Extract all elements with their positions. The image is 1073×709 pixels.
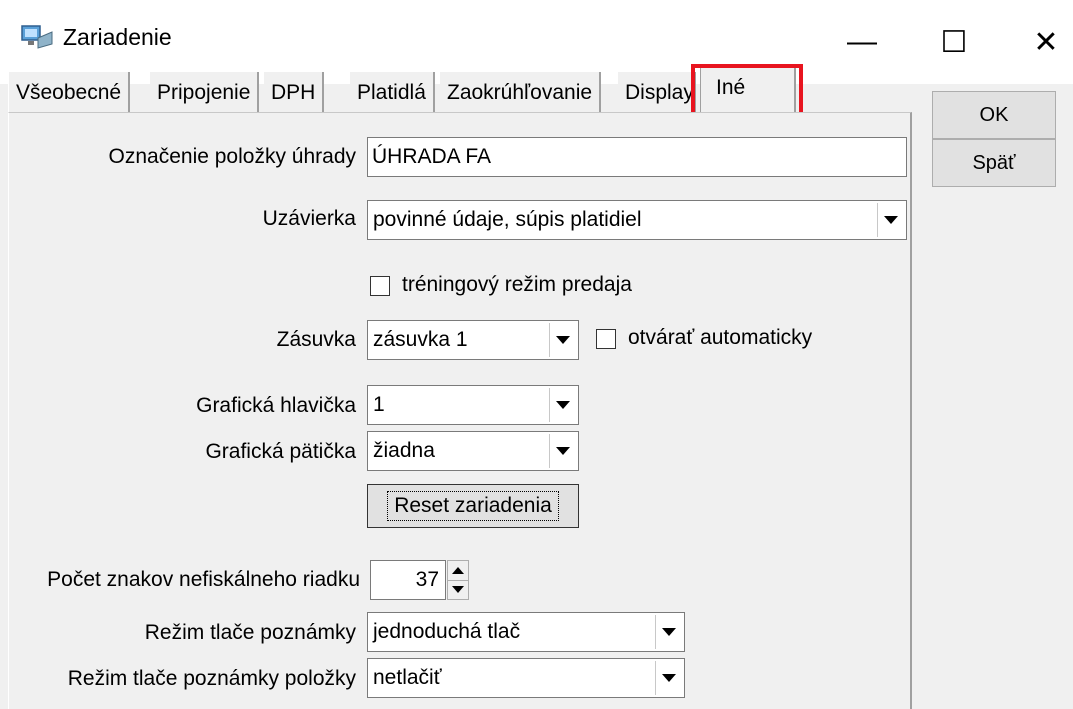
trening-label: tréningový režim predaja	[402, 273, 632, 296]
close-button[interactable]: ✕	[1000, 0, 1073, 84]
chevron-down-icon[interactable]	[877, 203, 904, 237]
zasuvka-value: zásuvka 1	[373, 328, 468, 351]
otvarat-checkbox[interactable]	[596, 329, 616, 349]
chevron-down-icon[interactable]	[655, 615, 682, 649]
rezim-poznamky-polozky-value: netlačiť	[373, 666, 442, 689]
spin-up-icon[interactable]	[448, 561, 468, 581]
window-title: Zariadenie	[63, 24, 172, 50]
paticka-value: žiadna	[373, 439, 435, 462]
zasuvka-label: Zásuvka	[276, 328, 356, 351]
uzavierka-select[interactable]: povinné údaje, súpis platidiel	[367, 200, 907, 240]
chevron-down-icon[interactable]	[549, 388, 576, 422]
hlavicka-select[interactable]: 1	[367, 385, 579, 425]
oznacenie-label: Označenie položky úhrady	[108, 145, 356, 168]
rezim-poznamky-value: jednoduchá tlač	[373, 620, 521, 643]
trening-checkbox[interactable]	[370, 276, 390, 296]
tab-platidla[interactable]: Platidlá	[350, 72, 435, 114]
tab-dph[interactable]: DPH	[264, 72, 325, 114]
spin-down-icon[interactable]	[448, 580, 468, 599]
rezim-poznamky-polozky-label: Režim tlače poznámky položky	[67, 667, 356, 690]
hlavicka-value: 1	[373, 393, 385, 416]
minimize-button[interactable]: —	[816, 0, 908, 84]
rezim-poznamky-select[interactable]: jednoduchá tlač	[367, 612, 685, 652]
paticka-label: Grafická pätička	[205, 440, 356, 463]
pocet-label: Počet znakov nefiskálneho riadku	[47, 568, 360, 591]
back-button[interactable]: Späť	[932, 139, 1056, 187]
device-computer-icon	[20, 22, 54, 52]
hlavicka-label: Grafická hlavička	[196, 394, 356, 417]
rezim-poznamky-label: Režim tlače poznámky	[144, 621, 356, 644]
chevron-down-icon[interactable]	[549, 434, 576, 468]
pocet-input[interactable]: 37	[370, 560, 446, 600]
ok-button[interactable]: OK	[932, 91, 1056, 139]
tab-zaokruhlovanie[interactable]: Zaokrúhľovanie	[440, 72, 602, 114]
tab-pripojenie[interactable]: Pripojenie	[150, 72, 260, 114]
reset-button[interactable]: Reset zariadenia	[367, 484, 579, 528]
reset-button-label: Reset zariadenia	[387, 491, 559, 521]
paticka-select[interactable]: žiadna	[367, 431, 579, 471]
rezim-poznamky-polozky-select[interactable]: netlačiť	[367, 658, 685, 698]
oznacenie-input[interactable]: ÚHRADA FA	[367, 137, 907, 177]
chevron-down-icon[interactable]	[549, 323, 576, 357]
zasuvka-select[interactable]: zásuvka 1	[367, 320, 579, 360]
tab-display[interactable]: Display	[618, 72, 696, 114]
tab-vseobecne[interactable]: Všeobecné	[8, 72, 131, 114]
pocet-spinner[interactable]	[447, 560, 469, 600]
otvarat-label: otvárať automaticky	[628, 326, 813, 349]
chevron-down-icon[interactable]	[655, 661, 682, 695]
maximize-button[interactable]: ☐	[908, 0, 1000, 84]
uzavierka-value: povinné údaje, súpis platidiel	[373, 208, 642, 231]
uzavierka-label: Uzávierka	[262, 207, 356, 230]
